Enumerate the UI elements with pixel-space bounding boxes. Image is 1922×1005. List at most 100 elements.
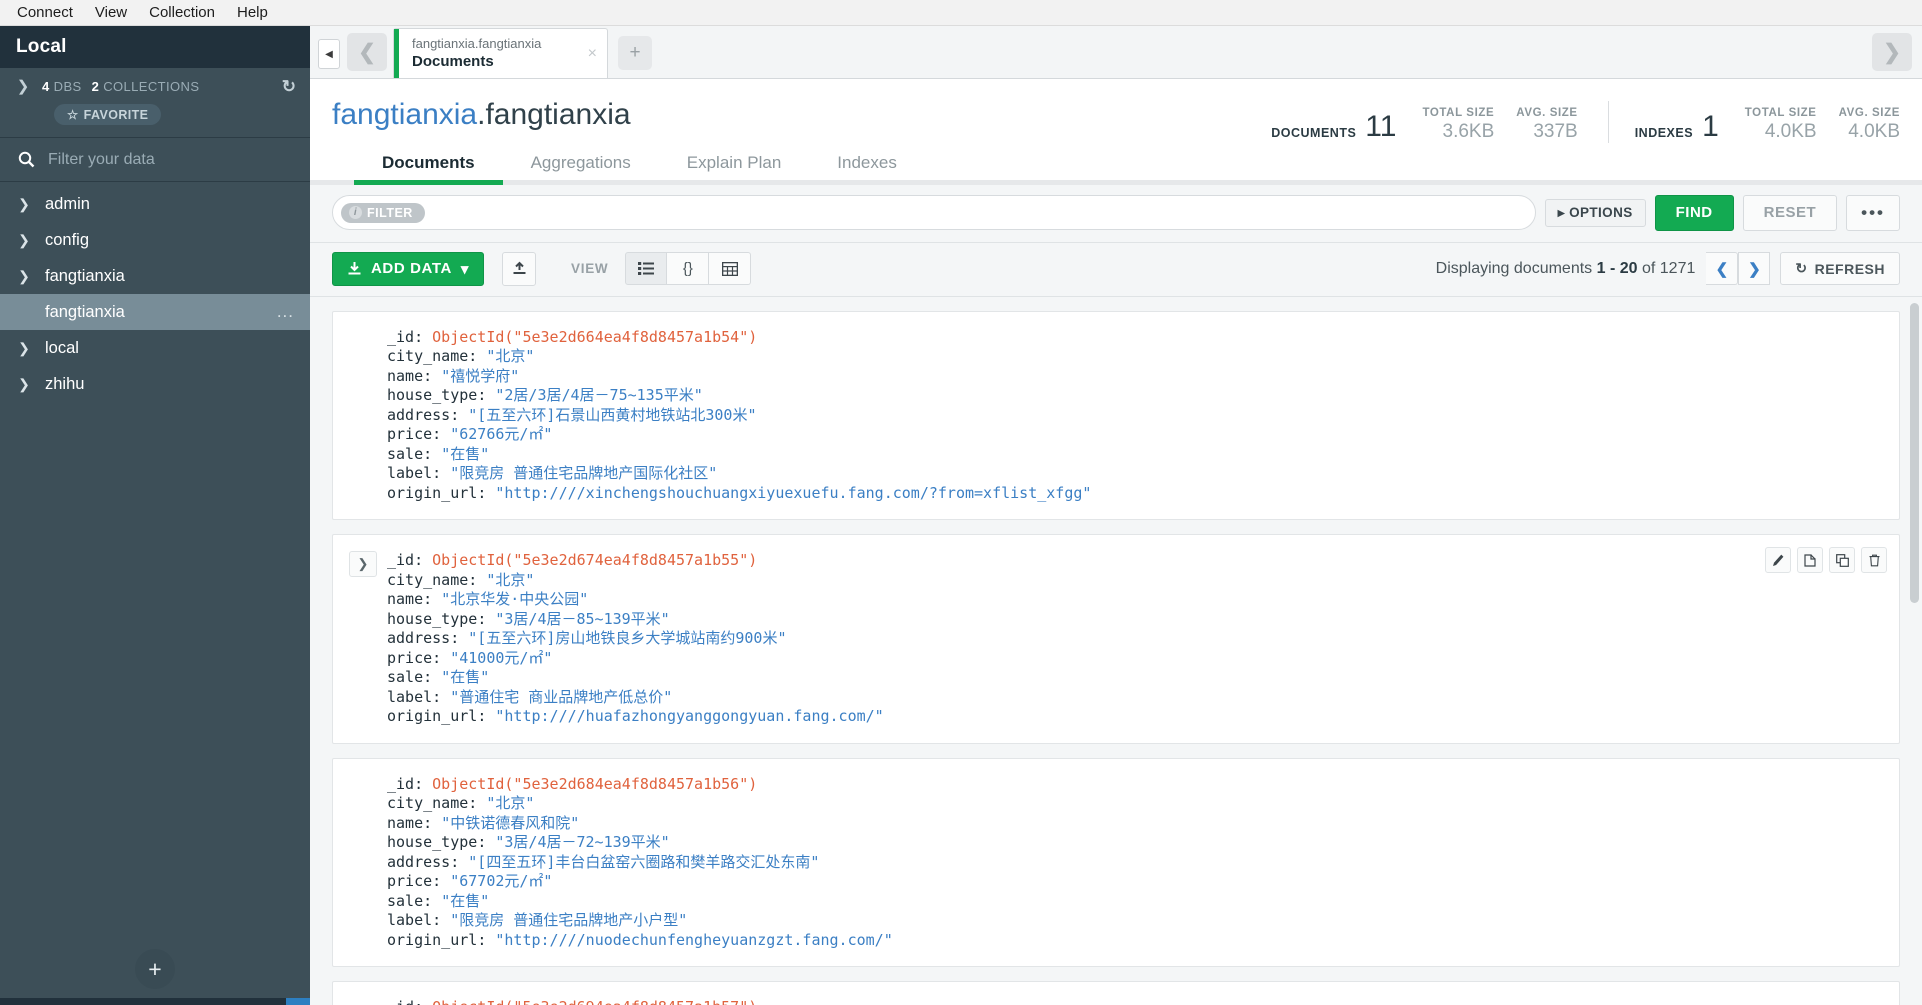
sidebar-item-local[interactable]: ❯ local — [0, 330, 310, 366]
tab-explain-plan[interactable]: Explain Plan — [659, 145, 810, 185]
clone-document-button[interactable] — [1829, 547, 1855, 574]
documents-stats: DOCUMENTS 11 TOTAL SIZE 3.6KB AVG. SIZE … — [1271, 106, 1577, 143]
table-view-button[interactable] — [709, 252, 752, 286]
json-view-button[interactable]: {} — [667, 252, 710, 286]
documents-scrollbar[interactable] — [1910, 302, 1919, 603]
refresh-icon[interactable]: ↻ — [282, 78, 296, 95]
documents-count: 11 — [1365, 110, 1397, 143]
field-value: "[五至六环]房山地铁良乡大学城站南约900米" — [468, 629, 787, 648]
field-colon: : — [477, 707, 496, 726]
field-value: "http:////xinchengshouchuangxiyuexuefu.f… — [495, 483, 1092, 502]
document-action-bar: ADD DATA ▾ VIEW {} Displaying documents … — [310, 242, 1922, 297]
field-key: name — [387, 590, 424, 609]
filter-data-input[interactable] — [48, 150, 292, 169]
table-icon — [721, 261, 738, 276]
workspace: Local ❯ 4 DBS 2 COLLECTIONS ↻ ☆ FAVORITE — [0, 26, 1922, 1005]
query-bar: i FILTER ▸ OPTIONS FIND RESET ••• — [310, 184, 1922, 243]
field-colon: : — [414, 774, 433, 793]
sidebar-item-zhihu[interactable]: ❯ zhihu — [0, 366, 310, 402]
view-mode-group: {} — [625, 252, 752, 286]
export-collection-button[interactable] — [502, 251, 537, 286]
next-page-button[interactable]: ❯ — [1738, 252, 1771, 286]
cap-total-size: TOTAL SIZE — [1422, 107, 1495, 119]
find-button[interactable]: FIND — [1654, 194, 1734, 231]
document-card[interactable]: _id: ObjectId("5e3e2d684ea4f8d8457a1b56"… — [332, 757, 1900, 968]
field-colon: : — [432, 872, 451, 891]
field-key: origin_url — [387, 707, 478, 726]
val-total-size: 3.6KB — [1442, 121, 1495, 142]
field-key: price — [387, 648, 433, 667]
field-row: house_type: "3居/4居－85~139平米" — [387, 610, 884, 630]
sidebar-item-admin[interactable]: ❯ admin — [0, 186, 310, 222]
sidebar-item-fangtianxia[interactable]: ❯ fangtianxia — [0, 258, 310, 294]
expand-document-button[interactable]: ❯ — [349, 551, 377, 578]
refresh-documents-button[interactable]: ↻ REFRESH — [1780, 252, 1900, 286]
mongodb-compass-window: Connect View Collection Help Local ❯ 4 D… — [0, 0, 1922, 1005]
sidebar-item-config[interactable]: ❯ config — [0, 222, 310, 258]
documents-list[interactable]: _id: ObjectId("5e3e2d664ea4f8d8457a1b54"… — [310, 296, 1922, 1005]
pagination-status: Displaying documents 1 - 20 of 1271 — [1436, 260, 1696, 278]
title-db: fangtianxia — [332, 98, 478, 131]
copy-document-button[interactable] — [1797, 547, 1823, 574]
val-avg-size: 4.0KB — [1848, 121, 1900, 142]
document-card[interactable]: _id: ObjectId("5e3e2d694ea4f8d8457a1b57"… — [332, 981, 1900, 1005]
tab-fangtianxia-documents[interactable]: fangtianxia.fangtianxia Documents × — [393, 28, 608, 78]
menu-view[interactable]: View — [84, 2, 138, 24]
field-row: sale: "在售" — [387, 445, 1091, 465]
chevron-right-icon[interactable]: ❯ — [14, 79, 32, 94]
sidebar-filter[interactable] — [0, 138, 310, 182]
collection-menu-icon[interactable]: ... — [277, 302, 294, 322]
val-total-size: 4.0KB — [1764, 121, 1817, 142]
delete-document-button[interactable] — [1861, 547, 1887, 574]
tab-indexes[interactable]: Indexes — [809, 145, 925, 185]
field-colon: : — [423, 444, 442, 463]
info-icon: i — [349, 206, 362, 220]
pagination: Displaying documents 1 - 20 of 1271 ❮ ❯ … — [1436, 252, 1900, 286]
tab-view-name: Documents — [412, 53, 494, 70]
add-data-button[interactable]: ADD DATA ▾ — [332, 251, 485, 286]
chevron-left-icon[interactable]: ❮ — [347, 33, 387, 71]
indexes-stats: INDEXES 1 TOTAL SIZE 4.0KB AVG. SIZE 4.0… — [1635, 106, 1900, 143]
field-key: house_type — [387, 386, 478, 405]
field-row: address: "[四至五环]丰台白盆窑六圈路和樊羊路交汇处东南" — [387, 853, 893, 873]
document-card[interactable]: _id: ObjectId("5e3e2d664ea4f8d8457a1b54"… — [332, 310, 1900, 521]
field-value: "限竞房 普通住宅品牌地产国际化社区" — [450, 464, 718, 483]
new-tab-button[interactable]: + — [618, 36, 652, 70]
field-value: "中铁诺德春风和院" — [441, 813, 580, 832]
filter-query-input[interactable]: i FILTER — [332, 195, 1536, 231]
field-key: city_name — [387, 347, 469, 366]
field-row: address: "[五至六环]石景山西黄村地铁站北300米" — [387, 406, 1091, 426]
document-card[interactable]: ❯ _id: ObjectId("5e3e2d674ea4f8d8457a1b5… — [332, 534, 1900, 744]
sidebar-collection-fangtianxia[interactable]: fangtianxia ... — [0, 294, 310, 330]
edit-document-button[interactable] — [1765, 547, 1791, 574]
cap-total-size: TOTAL SIZE — [1744, 107, 1817, 119]
chevron-right-icon[interactable]: ❯ — [1872, 33, 1912, 71]
reset-button[interactable]: RESET — [1742, 194, 1838, 231]
menu-connect[interactable]: Connect — [6, 2, 84, 24]
pager-total: 1271 — [1659, 259, 1696, 277]
field-colon: : — [477, 483, 496, 502]
menu-help[interactable]: Help — [226, 2, 279, 24]
close-icon[interactable]: × — [588, 45, 597, 63]
query-more-button[interactable]: ••• — [1846, 194, 1900, 231]
field-row: price: "67702元/㎡" — [387, 872, 893, 892]
field-row: label: "普通住宅 商业品牌地产低总价" — [387, 688, 884, 708]
previous-page-button[interactable]: ❮ — [1706, 252, 1739, 286]
filter-badge: i FILTER — [341, 202, 425, 223]
field-colon: : — [450, 852, 469, 871]
create-database-button[interactable]: + — [135, 949, 175, 989]
tab-aggregations[interactable]: Aggregations — [503, 145, 659, 185]
collapse-left-icon[interactable]: ◀ — [318, 39, 340, 69]
menu-collection[interactable]: Collection — [138, 2, 226, 24]
query-options-button[interactable]: ▸ OPTIONS — [1544, 198, 1646, 227]
documents-total-size: TOTAL SIZE 3.6KB — [1400, 106, 1494, 143]
field-value: "41000元/㎡" — [450, 648, 553, 667]
document-fields: _id: ObjectId("5e3e2d684ea4f8d8457a1b56"… — [387, 773, 893, 951]
list-view-button[interactable] — [625, 252, 668, 286]
field-value: "在售" — [441, 891, 490, 910]
tab-documents[interactable]: Documents — [354, 145, 503, 185]
field-colon: : — [477, 386, 496, 405]
pager-of: of — [1637, 259, 1660, 277]
chevron-right-icon: ❯ — [18, 195, 30, 212]
favorite-button[interactable]: ☆ FAVORITE — [54, 104, 162, 125]
